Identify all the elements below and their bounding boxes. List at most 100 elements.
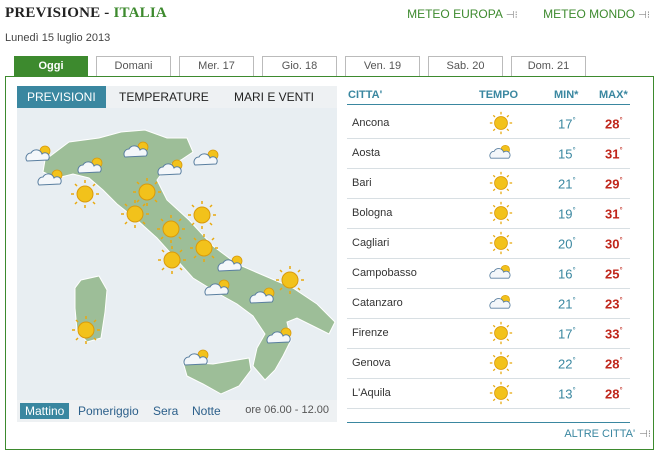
time-pomeriggio[interactable]: Pomeriggio <box>78 403 139 419</box>
external-link-icon: ⊣⁝ <box>638 10 650 21</box>
title-sep: - <box>100 5 114 21</box>
degree-symbol: ° <box>572 266 576 275</box>
min-temp: 17° <box>558 326 576 341</box>
tab-dom[interactable]: Dom. 21 <box>511 56 586 76</box>
max-temp: 28° <box>605 386 623 401</box>
header-city: CITTA' <box>348 89 383 101</box>
city-name[interactable]: Aosta <box>352 147 380 159</box>
degree-symbol: ° <box>619 176 623 185</box>
table-row: L'Aquila 13° 28° <box>347 378 630 409</box>
table-row: Catanzaro 21° 23° <box>347 288 630 319</box>
degree-symbol: ° <box>619 116 623 125</box>
time-sera[interactable]: Sera <box>153 403 178 419</box>
max-temp: 28° <box>605 356 623 371</box>
max-temp: 31° <box>605 206 623 221</box>
table-row: Genova 22° 28° <box>347 348 630 379</box>
min-value: 15 <box>558 146 573 162</box>
degree-symbol: ° <box>619 206 623 215</box>
meteo-europa-link[interactable]: METEO EUROPA <box>407 7 503 21</box>
min-temp: 17° <box>558 116 576 131</box>
time-mattino[interactable]: Mattino <box>20 403 70 419</box>
cloud-sun-icon <box>489 294 511 309</box>
sun-icon <box>489 351 513 375</box>
degree-symbol: ° <box>619 296 623 305</box>
max-value: 29 <box>605 176 620 192</box>
header-min: MIN* <box>554 89 579 101</box>
table-row: Firenze 17° 33° <box>347 318 630 349</box>
tab-ven[interactable]: Ven. 19 <box>345 56 420 76</box>
degree-symbol: ° <box>619 356 623 365</box>
city-name[interactable]: Bologna <box>352 207 392 219</box>
city-name[interactable]: Cagliari <box>352 237 389 249</box>
sun-icon <box>489 201 513 225</box>
min-temp: 21° <box>558 176 576 191</box>
tab-mari-e-venti[interactable]: MARI E VENTI <box>234 86 314 108</box>
max-value: 25 <box>605 266 620 282</box>
degree-symbol: ° <box>572 146 576 155</box>
max-temp: 30° <box>605 236 623 251</box>
header-links: METEO EUROPA ⊣⁝ METEO MONDO ⊣⁝ <box>385 7 650 21</box>
city-name[interactable]: Catanzaro <box>352 297 403 309</box>
min-value: 17 <box>558 326 573 342</box>
max-value: 30 <box>605 236 620 252</box>
min-value: 20 <box>558 236 573 252</box>
city-name[interactable]: Bari <box>352 177 372 189</box>
italy-map-svg <box>25 129 336 395</box>
city-name[interactable]: Genova <box>352 357 391 369</box>
tab-previsioni[interactable]: PREVISIONI <box>17 86 106 108</box>
min-value: 22 <box>558 356 573 372</box>
min-temp: 22° <box>558 356 576 371</box>
meteo-mondo-link[interactable]: METEO MONDO <box>543 7 635 21</box>
degree-symbol: ° <box>572 176 576 185</box>
min-temp: 19° <box>558 206 576 221</box>
city-name[interactable]: Firenze <box>352 327 389 339</box>
min-temp: 21° <box>558 296 576 311</box>
city-name[interactable]: L'Aquila <box>352 387 391 399</box>
current-date: Lunedì 15 luglio 2013 <box>5 32 111 44</box>
time-range: ore 06.00 - 12.00 <box>245 404 329 416</box>
title-previsione: PREVISIONE <box>5 5 101 21</box>
page-title: PREVISIONE - ITALIA <box>5 5 167 22</box>
table-bottom-line <box>347 422 630 423</box>
tab-gio[interactable]: Gio. 18 <box>262 56 337 76</box>
max-value: 23 <box>605 296 620 312</box>
tab-domani[interactable]: Domani <box>96 56 171 76</box>
cloud-sun-icon <box>183 349 209 366</box>
time-notte[interactable]: Notte <box>192 403 221 419</box>
max-value: 31 <box>605 206 620 222</box>
degree-symbol: ° <box>619 236 623 245</box>
max-temp: 23° <box>605 296 623 311</box>
sun-icon <box>187 200 217 230</box>
sun-icon <box>489 171 513 195</box>
max-temp: 31° <box>605 146 623 161</box>
min-temp: 13° <box>558 386 576 401</box>
italy-map <box>17 108 337 400</box>
sun-icon <box>489 231 513 255</box>
tab-mer[interactable]: Mer. 17 <box>179 56 254 76</box>
min-temp: 20° <box>558 236 576 251</box>
table-row: Bari 21° 29° <box>347 168 630 199</box>
min-temp: 16° <box>558 266 576 281</box>
tab-sab[interactable]: Sab. 20 <box>428 56 503 76</box>
city-name[interactable]: Campobasso <box>352 267 417 279</box>
max-temp: 25° <box>605 266 623 281</box>
degree-symbol: ° <box>572 326 576 335</box>
min-value: 21 <box>558 176 573 192</box>
min-temp: 15° <box>558 146 576 161</box>
sun-icon <box>489 111 513 135</box>
min-value: 16 <box>558 266 573 282</box>
degree-symbol: ° <box>619 266 623 275</box>
tab-oggi[interactable]: Oggi <box>14 56 88 77</box>
title-italia: ITALIA <box>113 5 167 21</box>
degree-symbol: ° <box>572 116 576 125</box>
time-bar: Mattino Pomeriggio Sera Notte ore 06.00 … <box>17 400 337 422</box>
cloud-sun-icon <box>489 144 511 159</box>
max-value: 28 <box>605 386 620 402</box>
altre-citta-label[interactable]: ALTRE CITTA' <box>564 428 635 440</box>
altre-citta-link[interactable]: ALTRE CITTA' ⊣⁝ <box>564 428 651 440</box>
tab-temperature[interactable]: TEMPERATURE <box>119 86 209 108</box>
sun-icon <box>489 321 513 345</box>
max-value: 31 <box>605 146 620 162</box>
cloud-sun-icon <box>25 145 51 162</box>
city-name[interactable]: Ancona <box>352 117 389 129</box>
